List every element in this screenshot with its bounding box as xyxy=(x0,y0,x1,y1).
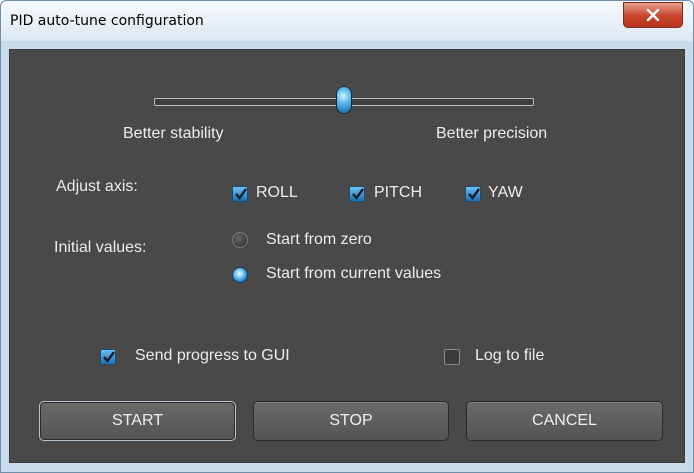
close-icon xyxy=(646,9,660,21)
start-from-zero-radio[interactable] xyxy=(232,232,248,248)
cancel-button[interactable]: CANCEL xyxy=(466,401,663,441)
yaw-label[interactable]: YAW xyxy=(488,184,523,202)
roll-label[interactable]: ROLL xyxy=(256,184,298,202)
start-from-zero-label[interactable]: Start from zero xyxy=(266,231,372,249)
adjust-axis-label: Adjust axis: xyxy=(56,178,138,195)
start-from-current-label[interactable]: Start from current values xyxy=(266,265,441,283)
checkmark-icon xyxy=(468,188,480,200)
stop-button[interactable]: STOP xyxy=(253,401,449,441)
start-from-current-radio[interactable] xyxy=(232,267,248,283)
initial-values-label: Initial values: xyxy=(54,239,147,256)
slider-thumb[interactable] xyxy=(336,86,352,114)
checkmark-icon xyxy=(352,188,364,200)
dialog-panel: Better stability Better precision Adjust… xyxy=(9,49,685,463)
roll-checkbox[interactable] xyxy=(232,186,248,202)
slider-left-label: Better stability xyxy=(123,125,224,142)
slider-right-label: Better precision xyxy=(436,125,548,142)
checkmark-icon xyxy=(103,351,115,363)
yaw-checkbox[interactable] xyxy=(465,186,481,202)
dialog-window: PID auto-tune configuration Better stabi… xyxy=(0,0,694,473)
close-button[interactable] xyxy=(623,2,683,28)
log-to-file-checkbox[interactable] xyxy=(444,349,460,365)
log-to-file-label[interactable]: Log to file xyxy=(475,347,544,365)
send-progress-checkbox[interactable] xyxy=(100,349,116,365)
start-button[interactable]: START xyxy=(39,401,236,441)
pitch-checkbox[interactable] xyxy=(349,186,365,202)
window-title: PID auto-tune configuration xyxy=(10,13,204,29)
stability-precision-slider[interactable] xyxy=(154,86,534,114)
send-progress-label[interactable]: Send progress to GUI xyxy=(135,347,290,365)
title-bar[interactable]: PID auto-tune configuration xyxy=(1,1,693,41)
checkmark-icon xyxy=(235,188,247,200)
pitch-label[interactable]: PITCH xyxy=(374,184,422,202)
